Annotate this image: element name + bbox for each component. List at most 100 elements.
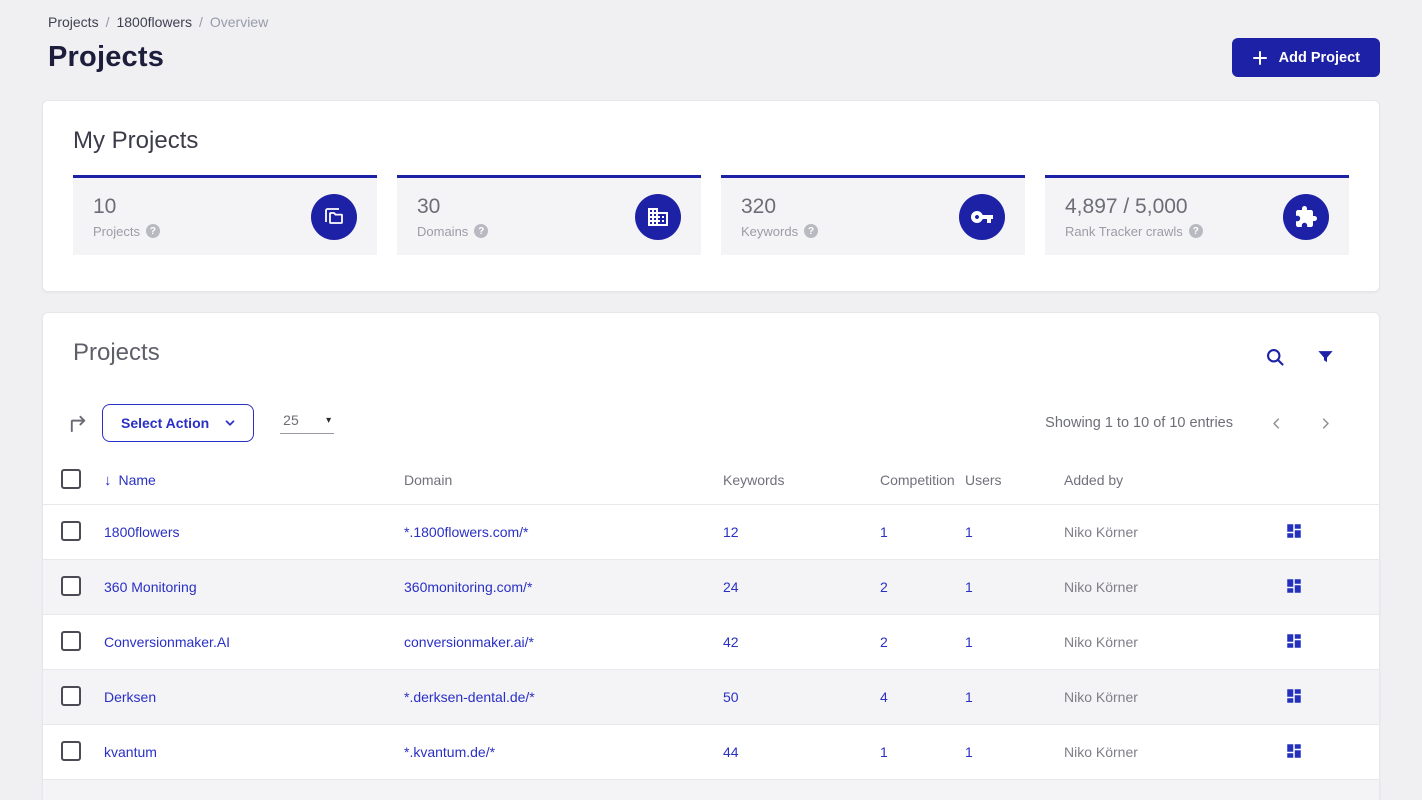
- table-row: Conversionmaker.AI conversionmaker.ai/* …: [43, 614, 1379, 669]
- column-header-keywords[interactable]: Keywords: [723, 472, 880, 488]
- breadcrumb-current: Overview: [209, 14, 269, 30]
- stat-value: 10: [93, 194, 117, 218]
- row-checkbox[interactable]: [61, 685, 81, 706]
- table-row: [43, 779, 1379, 800]
- users-count-link[interactable]: 1: [965, 634, 1064, 650]
- page-size-select[interactable]: 25 ▾: [280, 412, 335, 434]
- competition-count-link[interactable]: 2: [880, 634, 965, 650]
- users-count-link[interactable]: 1: [965, 524, 1064, 540]
- added-by-label: Niko Körner: [1064, 634, 1138, 650]
- added-by-label: Niko Körner: [1064, 744, 1138, 760]
- stat-label: Rank Tracker crawls: [1065, 223, 1183, 239]
- project-name-link[interactable]: 1800flowers: [104, 524, 404, 540]
- project-domain-link[interactable]: *.derksen-dental.de/*: [404, 689, 723, 705]
- stat-tile-domains[interactable]: 30 Domains?: [397, 175, 701, 255]
- chevron-down-icon: [223, 416, 237, 430]
- breadcrumb-projects[interactable]: Projects: [48, 14, 99, 30]
- my-projects-card: My Projects 10 Projects? 30 Domains? 320…: [42, 100, 1380, 292]
- breadcrumb-separator: /: [105, 14, 110, 30]
- pagination-next-icon[interactable]: [1308, 410, 1343, 437]
- added-by-label: Niko Körner: [1064, 689, 1138, 705]
- breadcrumb-separator: /: [198, 14, 203, 30]
- project-name-link[interactable]: 360 Monitoring: [104, 579, 404, 595]
- column-header-competition[interactable]: Competition: [880, 472, 965, 488]
- column-header-domain[interactable]: Domain: [404, 472, 723, 488]
- keywords-count-link[interactable]: 12: [723, 524, 880, 540]
- stat-value: 30: [417, 194, 441, 218]
- competition-count-link[interactable]: 1: [880, 744, 965, 760]
- export-icon[interactable]: [65, 410, 92, 437]
- project-domain-link[interactable]: conversionmaker.ai/*: [404, 634, 723, 650]
- stat-label: Projects: [93, 223, 140, 239]
- help-icon[interactable]: ?: [1188, 224, 1203, 238]
- competition-count-link[interactable]: 1: [880, 524, 965, 540]
- breadcrumb: Projects / 1800flowers / Overview: [48, 14, 1380, 30]
- keywords-count-link[interactable]: 24: [723, 579, 880, 595]
- table-row: 1800flowers *.1800flowers.com/* 12 1 1 N…: [43, 504, 1379, 559]
- projects-stack-icon: [311, 193, 357, 240]
- row-checkbox[interactable]: [61, 740, 81, 761]
- dashboard-icon[interactable]: [1285, 577, 1303, 595]
- dashboard-icon[interactable]: [1285, 742, 1303, 760]
- top-header: Projects / 1800flowers / Overview Projec…: [0, 0, 1422, 77]
- keywords-count-link[interactable]: 50: [723, 689, 880, 705]
- key-icon: [959, 193, 1005, 240]
- projects-panel-title: Projects: [73, 339, 160, 366]
- row-checkbox[interactable]: [61, 575, 81, 596]
- stat-tile-projects[interactable]: 10 Projects?: [73, 175, 377, 255]
- competition-count-link[interactable]: 2: [880, 579, 965, 595]
- puzzle-icon: [1283, 193, 1329, 240]
- stat-value: 4,897 / 5,000: [1065, 194, 1188, 218]
- project-name-link[interactable]: kvantum: [104, 744, 404, 760]
- competition-count-link[interactable]: 4: [880, 689, 965, 705]
- projects-table-card: Projects Select Action 25 ▾ Showing 1 to…: [42, 312, 1380, 800]
- users-count-link[interactable]: 1: [965, 744, 1064, 760]
- column-header-users[interactable]: Users: [965, 472, 1064, 488]
- project-name-link[interactable]: Derksen: [104, 689, 404, 705]
- select-action-label: Select Action: [121, 415, 210, 431]
- table-header-row: ↓ Name Domain Keywords Competition Users…: [43, 456, 1379, 504]
- row-checkbox[interactable]: [61, 630, 81, 651]
- pagination-prev-icon[interactable]: [1259, 410, 1294, 437]
- help-icon[interactable]: ?: [145, 224, 160, 238]
- project-domain-link[interactable]: *.1800flowers.com/*: [404, 524, 723, 540]
- help-icon[interactable]: ?: [474, 224, 489, 238]
- caret-down-icon: ▾: [326, 414, 332, 426]
- keywords-count-link[interactable]: 44: [723, 744, 880, 760]
- select-action-dropdown[interactable]: Select Action: [102, 404, 255, 442]
- filter-icon[interactable]: [1316, 347, 1335, 368]
- select-all-checkbox[interactable]: [61, 468, 81, 489]
- added-by-label: Niko Körner: [1064, 524, 1138, 540]
- column-header-added-by[interactable]: Added by: [1064, 472, 1263, 488]
- table-row: 360 Monitoring 360monitoring.com/* 24 2 …: [43, 559, 1379, 614]
- page-size-value: 25: [283, 412, 299, 428]
- search-icon[interactable]: [1265, 347, 1286, 368]
- stat-label: Domains: [417, 223, 469, 239]
- users-count-link[interactable]: 1: [965, 579, 1064, 595]
- table-row: Derksen *.derksen-dental.de/* 50 4 1 Nik…: [43, 669, 1379, 724]
- help-icon[interactable]: ?: [804, 224, 819, 238]
- column-header-name[interactable]: ↓ Name: [104, 472, 404, 489]
- dashboard-icon[interactable]: [1285, 522, 1303, 540]
- project-domain-link[interactable]: *.kvantum.de/*: [404, 744, 723, 760]
- building-icon: [635, 193, 681, 240]
- my-projects-title: My Projects: [73, 127, 199, 154]
- dashboard-icon[interactable]: [1285, 687, 1303, 705]
- stat-label: Keywords: [741, 223, 799, 239]
- table-row: kvantum *.kvantum.de/* 44 1 1 Niko Körne…: [43, 724, 1379, 779]
- row-checkbox[interactable]: [61, 520, 81, 541]
- pagination-status: Showing 1 to 10 of 10 entries: [1045, 415, 1233, 431]
- plus-icon: [1252, 50, 1268, 66]
- stat-tile-keywords[interactable]: 320 Keywords?: [721, 175, 1025, 255]
- stat-tile-rank-tracker[interactable]: 4,897 / 5,000 Rank Tracker crawls?: [1045, 175, 1349, 255]
- project-domain-link[interactable]: 360monitoring.com/*: [404, 579, 723, 595]
- stat-value: 320: [741, 194, 777, 218]
- keywords-count-link[interactable]: 42: [723, 634, 880, 650]
- add-project-label: Add Project: [1278, 49, 1360, 66]
- dashboard-icon[interactable]: [1285, 632, 1303, 650]
- breadcrumb-1800flowers[interactable]: 1800flowers: [116, 14, 192, 30]
- add-project-button[interactable]: Add Project: [1231, 38, 1380, 77]
- added-by-label: Niko Körner: [1064, 579, 1138, 595]
- project-name-link[interactable]: Conversionmaker.AI: [104, 634, 404, 650]
- users-count-link[interactable]: 1: [965, 689, 1064, 705]
